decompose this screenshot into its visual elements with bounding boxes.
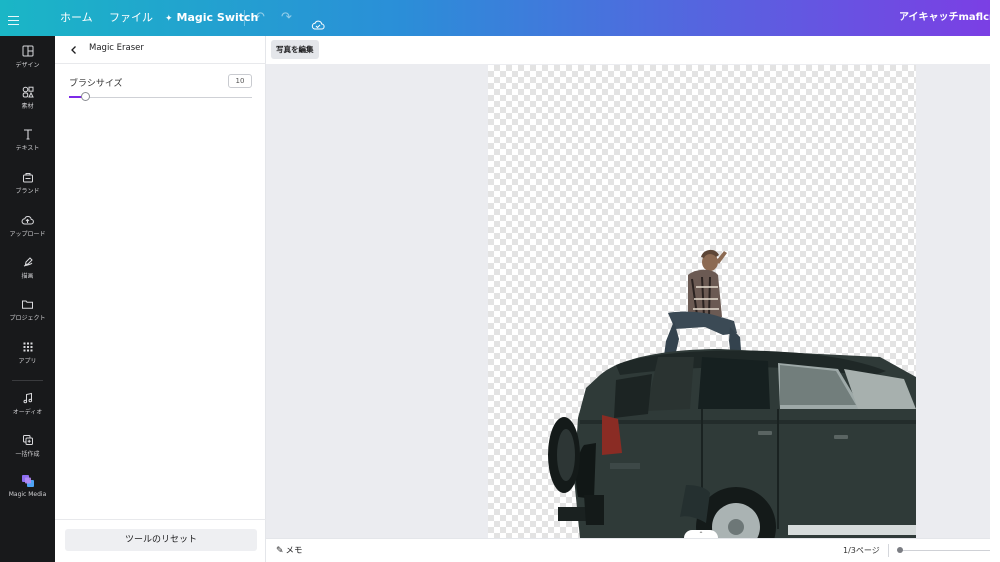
rail-label: Magic Media	[8, 491, 47, 498]
upload-icon	[21, 216, 34, 225]
canvas-area: 写真を編集 ⌃	[266, 36, 990, 540]
back-arrow-icon[interactable]	[67, 43, 81, 57]
rail-item-bulk-create[interactable]: 一括作成	[0, 434, 55, 458]
notes-label: メモ	[285, 546, 303, 556]
design-icon	[22, 45, 33, 57]
rail-item-text[interactable]: テキスト	[0, 128, 55, 152]
rail-item-apps[interactable]: アプリ	[0, 341, 55, 365]
folder-icon	[22, 300, 33, 309]
bulk-create-icon	[22, 435, 33, 445]
notes-icon: ✎	[276, 546, 284, 556]
magic-media-icon	[21, 475, 34, 487]
rail-label: プロジェクト	[9, 315, 46, 322]
rail-item-draw[interactable]: 描画	[0, 256, 55, 280]
magic-eraser-panel: Magic Eraser ブラシサイズ 10 ツールのリセット	[55, 36, 266, 562]
brush-size-slider-track[interactable]	[69, 97, 252, 98]
edit-photo-button[interactable]: 写真を編集	[271, 40, 319, 59]
panel-divider	[55, 519, 266, 520]
rail-item-design[interactable]: デザイン	[0, 45, 55, 69]
brush-size-slider-handle[interactable]	[81, 92, 90, 101]
rail-label: テキスト	[15, 145, 40, 152]
rail-label: 一括作成	[15, 451, 40, 458]
brush-size-input[interactable]: 10	[228, 74, 252, 88]
audio-icon	[23, 392, 32, 404]
suv-vehicle	[548, 349, 916, 538]
bottom-bar: ✎ メモ 1/3ページ	[266, 538, 990, 562]
rail-label: 描画	[21, 273, 34, 280]
home-button[interactable]: ホーム	[60, 0, 93, 36]
undo-icon[interactable]: ↶	[254, 0, 265, 36]
zoom-slider-handle[interactable]	[897, 547, 903, 553]
rail-item-projects[interactable]: プロジェクト	[0, 298, 55, 322]
design-page[interactable]	[488, 65, 916, 538]
reset-tool-button[interactable]: ツールのリセット	[65, 529, 257, 551]
menu-icon[interactable]	[8, 0, 26, 36]
sparkle-icon: ✦	[165, 14, 173, 24]
cloud-saved-icon[interactable]	[311, 11, 325, 30]
rail-item-brand[interactable]: ブランド	[0, 171, 55, 195]
rail-item-audio[interactable]: オーディオ	[0, 392, 55, 416]
side-rail: デザイン 素材 テキスト ブランド アップロード 描画 プロジェクト アプリ オ…	[0, 36, 55, 562]
document-title[interactable]: アイキャッチmaflcmed	[899, 0, 1000, 36]
notes-button[interactable]: ✎ メモ	[276, 544, 303, 556]
file-menu-button[interactable]: ファイル	[109, 0, 153, 36]
bottom-divider	[888, 544, 889, 557]
magic-switch-label: Magic Switch	[176, 11, 259, 24]
context-toolbar: 写真を編集	[266, 36, 990, 64]
brand-icon	[22, 173, 33, 183]
zoom-slider-track[interactable]	[899, 550, 990, 551]
app-window: ホーム ファイル ✦Magic Switch ↶ ↷ アイキャッチmaflcme…	[0, 0, 1000, 562]
elements-icon	[22, 86, 34, 98]
page-counter[interactable]: 1/3ページ	[843, 545, 880, 556]
rail-divider	[12, 380, 43, 381]
rail-label: ブランド	[15, 188, 40, 195]
apps-icon	[23, 342, 32, 352]
panel-title: Magic Eraser	[89, 43, 144, 53]
brush-size-label: ブラシサイズ	[69, 79, 123, 89]
rail-item-upload[interactable]: アップロード	[0, 214, 55, 238]
text-icon	[23, 129, 32, 140]
rail-item-elements[interactable]: 素材	[0, 86, 55, 110]
suv-photo[interactable]	[488, 65, 916, 538]
rail-label: アプリ	[18, 358, 37, 365]
panel-header: Magic Eraser	[55, 36, 266, 64]
rail-label: アップロード	[9, 231, 46, 238]
top-bar: ホーム ファイル ✦Magic Switch ↶ ↷ アイキャッチmaflcme…	[0, 0, 1000, 36]
rail-label: デザイン	[15, 62, 40, 69]
redo-icon[interactable]: ↷	[281, 0, 292, 36]
draw-icon	[23, 257, 33, 267]
toolbar-divider	[244, 10, 245, 26]
rail-label: 素材	[21, 103, 34, 110]
rail-label: オーディオ	[12, 409, 43, 416]
rail-item-magic-media[interactable]: Magic Media	[0, 474, 55, 498]
